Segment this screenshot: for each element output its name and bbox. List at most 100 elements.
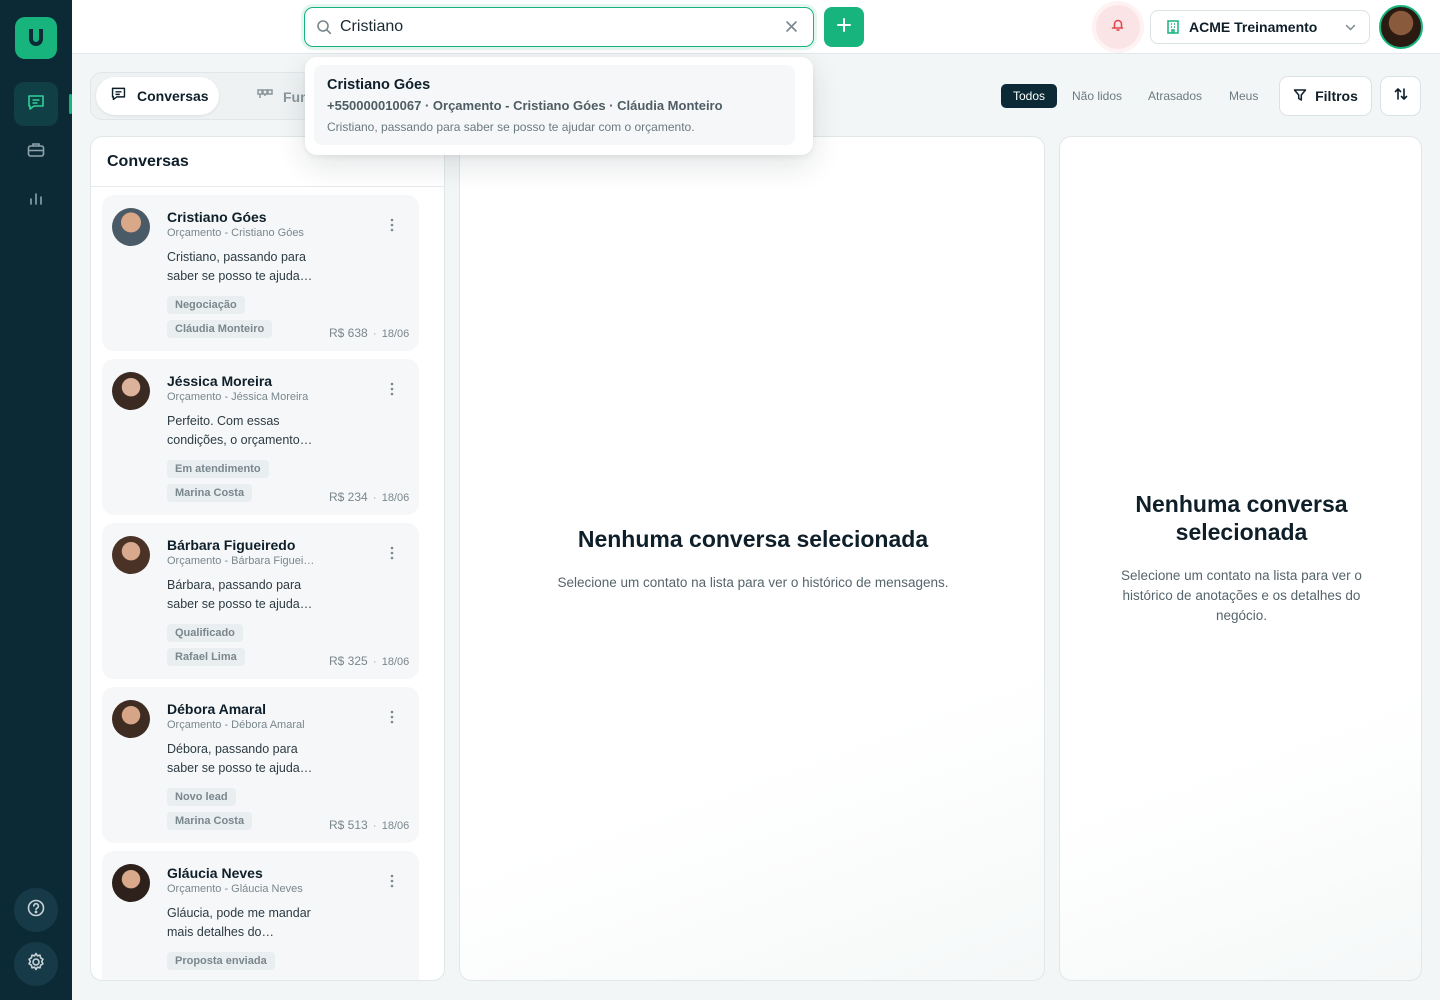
list-title: Conversas — [107, 153, 189, 170]
deal-name: Orçamento - Bárbara Figuei… — [167, 555, 315, 567]
help-button[interactable] — [14, 888, 58, 932]
chat-icon — [26, 92, 46, 117]
deal-date: 18/06 — [381, 656, 410, 668]
status-badge: Novo lead — [167, 788, 236, 806]
tab-funil[interactable]: Fun — [257, 88, 309, 105]
more-vertical-icon[interactable] — [388, 217, 396, 238]
divider — [91, 186, 444, 187]
more-vertical-icon[interactable] — [388, 545, 396, 566]
status-badge: Proposta enviada — [167, 952, 275, 970]
active-indicator — [69, 94, 72, 114]
funnel-icon — [257, 88, 273, 105]
deal-name: Orçamento - Jéssica Moreira — [167, 391, 309, 403]
tab-conversas-label: Conversas — [137, 88, 209, 104]
more-vertical-icon[interactable] — [388, 709, 396, 730]
filters-label: Filtros — [1315, 88, 1358, 104]
owner-badge: Cláudia Monteiro — [167, 320, 273, 338]
deal-value: R$ 513 — [329, 818, 368, 832]
deal-date: 18/06 — [381, 492, 410, 504]
avatar — [112, 208, 150, 246]
nav-deals[interactable] — [14, 130, 58, 174]
sidebar — [0, 0, 72, 1000]
contact-name: Jéssica Moreira — [167, 373, 273, 389]
message-preview: Débora, passando para saber se posso te … — [167, 742, 313, 775]
deal-date: 18/06 — [381, 328, 410, 340]
contact-name: Débora Amaral — [167, 701, 267, 717]
result-subtitle: +550000010067 · Orçamento - Cristiano Gó… — [327, 98, 723, 113]
contact-name: Gláucia Neves — [167, 865, 263, 881]
deal-meta: R$ 638 · 18/06 — [329, 326, 410, 340]
list-scroll[interactable]: Cristiano Góes Orçamento - Cristiano Góe… — [102, 195, 432, 980]
empty-state-text: Selecione um contato na lista para ver o… — [557, 575, 949, 590]
filters-button[interactable]: Filtros — [1279, 76, 1372, 116]
sort-icon — [1394, 87, 1408, 106]
search-bar[interactable] — [304, 7, 814, 47]
notifications-button[interactable] — [1096, 5, 1140, 49]
status-badge: Em atendimento — [167, 460, 269, 478]
close-icon[interactable] — [784, 19, 799, 39]
contact-name: Bárbara Figueiredo — [167, 537, 296, 553]
filter-nao-lidos[interactable]: Não lidos — [1060, 84, 1134, 108]
conversation-list: Conversas Cristiano Góes Orçamento - Cri… — [90, 136, 445, 981]
owner-badge: Marina Costa — [167, 484, 253, 502]
search-results-dropdown: Cristiano Góes +550000010067 · Orçamento… — [305, 57, 813, 155]
nav-conversations[interactable] — [14, 82, 58, 126]
details-panel: Nenhuma conversa selecionada Selecione u… — [1059, 136, 1422, 981]
message-preview: Perfeito. Com essas condições, o orçamen… — [167, 414, 313, 447]
filter-atrasados[interactable]: Atrasados — [1136, 84, 1214, 108]
chat-icon — [110, 85, 127, 107]
owner-badge: Marina Costa — [167, 812, 253, 830]
deal-meta: R$ 325 · 18/06 — [329, 654, 410, 668]
status-badge: Qualificado — [167, 624, 243, 642]
list-item[interactable]: Bárbara Figueiredo Orçamento - Bárbara F… — [102, 523, 419, 679]
list-item[interactable]: Débora Amaral Orçamento - Débora Amaral … — [102, 687, 419, 843]
add-button[interactable] — [824, 7, 864, 47]
empty-state-text: Selecione um contato na lista para ver o… — [1121, 568, 1362, 623]
message-preview: Bárbara, passando para saber se posso te… — [167, 578, 313, 611]
search-result-item[interactable]: Cristiano Góes +550000010067 · Orçamento… — [314, 65, 795, 145]
list-item[interactable]: Jéssica Moreira Orçamento - Jéssica More… — [102, 359, 419, 515]
contact-name: Cristiano Góes — [167, 209, 267, 225]
settings-button[interactable] — [14, 942, 58, 986]
avatar — [112, 864, 150, 902]
more-vertical-icon[interactable] — [388, 873, 396, 894]
result-name: Cristiano Góes — [327, 77, 431, 93]
status-badge: Negociação — [167, 296, 245, 314]
bar-chart-icon — [26, 188, 46, 213]
empty-state-title: Nenhuma conversa selecionada — [1135, 491, 1348, 545]
owner-badge: Rafael Lima — [167, 648, 245, 666]
settings-icon — [25, 951, 47, 978]
deal-name: Orçamento - Gláucia Neves — [167, 883, 303, 895]
logo-icon[interactable] — [15, 17, 57, 59]
result-message: Cristiano, passando para saber se posso … — [327, 120, 695, 134]
empty-state-title: Nenhuma conversa selecionada — [577, 526, 929, 552]
more-vertical-icon[interactable] — [388, 381, 396, 402]
deal-meta: R$ 234 · 18/06 — [329, 490, 410, 504]
workspace-selector[interactable]: ACME Treinamento — [1150, 10, 1370, 44]
tab-conversas[interactable]: Conversas — [96, 77, 219, 115]
sort-button[interactable] — [1380, 76, 1421, 116]
deal-name: Orçamento - Débora Amaral — [167, 719, 305, 731]
filter-icon — [1293, 88, 1307, 105]
message-preview: Gláucia, pode me mandar mais detalhes do… — [167, 906, 311, 939]
deal-date: 18/06 — [381, 820, 410, 832]
avatar — [112, 700, 150, 738]
avatar — [112, 372, 150, 410]
chevron-down-icon — [1344, 21, 1357, 39]
filter-meus[interactable]: Meus — [1217, 84, 1270, 108]
deal-name: Orçamento - Cristiano Góes — [167, 227, 304, 239]
building-icon — [1165, 19, 1181, 40]
deal-meta: R$ 513 · 18/06 — [329, 818, 410, 832]
messages-panel: Nenhuma conversa selecionada Selecione u… — [459, 136, 1045, 981]
user-avatar[interactable] — [1379, 5, 1423, 49]
list-item[interactable]: Cristiano Góes Orçamento - Cristiano Góe… — [102, 195, 419, 351]
workspace-name: ACME Treinamento — [1189, 19, 1318, 35]
deal-value: R$ 638 — [329, 326, 368, 340]
search-icon — [316, 19, 332, 40]
search-input[interactable] — [340, 14, 760, 40]
message-preview: Cristiano, passando para saber se posso … — [167, 250, 313, 283]
list-item[interactable]: Gláucia Neves Orçamento - Gláucia Neves … — [102, 851, 419, 980]
filter-todos[interactable]: Todos — [1001, 84, 1058, 108]
nav-reports[interactable] — [14, 178, 58, 222]
briefcase-icon — [26, 140, 46, 165]
